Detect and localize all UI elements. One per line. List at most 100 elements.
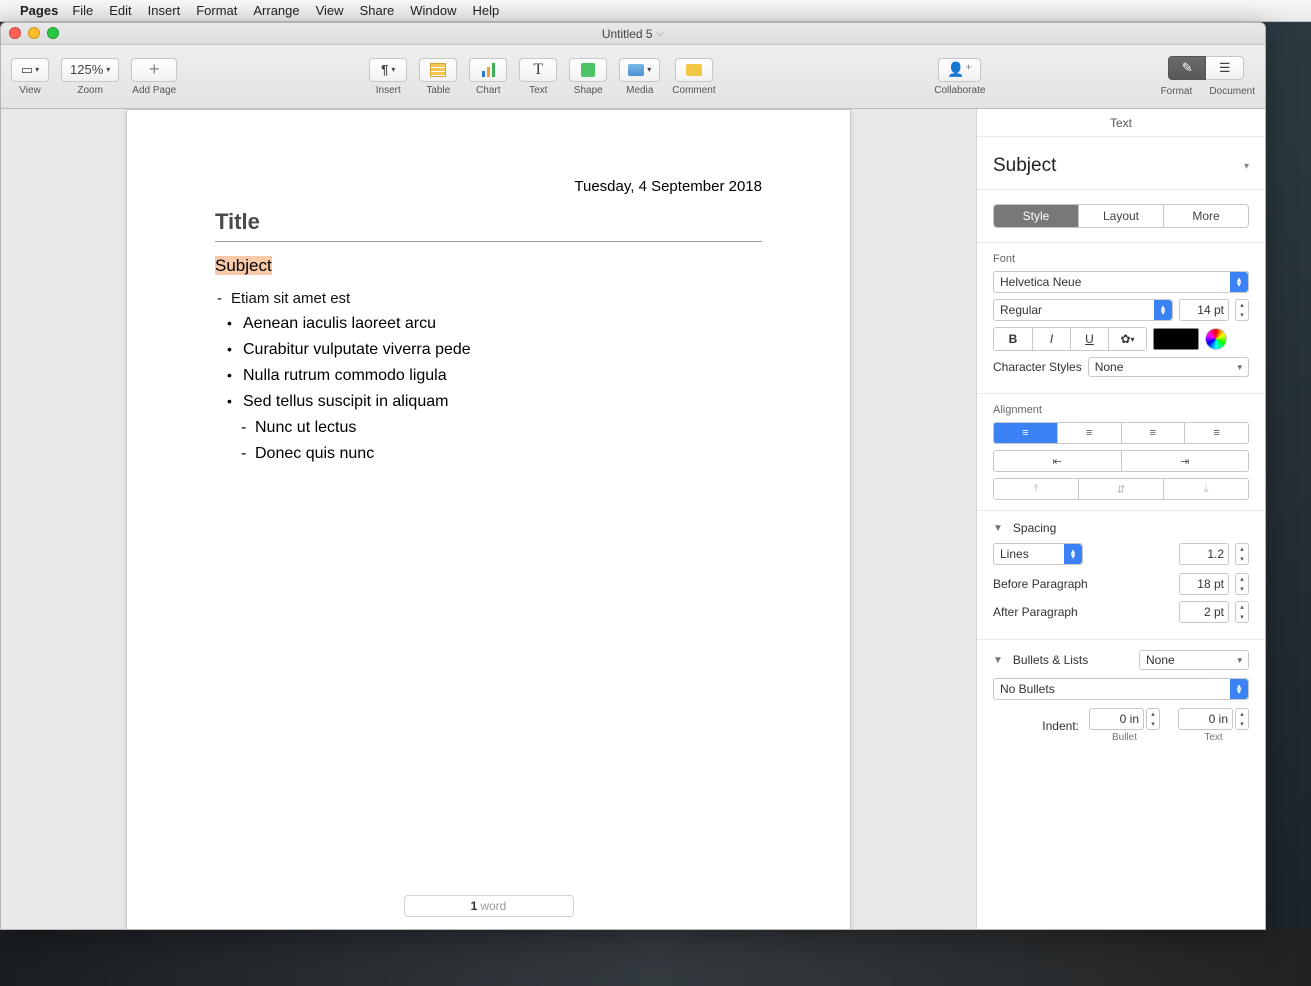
font-weight-select[interactable]: Regular ▴▾	[993, 299, 1173, 321]
minimize-window-button[interactable]	[28, 27, 40, 39]
inspector-tab-text[interactable]: Text	[977, 109, 1265, 137]
outdent-button[interactable]: ⇤	[994, 451, 1121, 471]
page-title[interactable]: Title	[215, 209, 762, 235]
list-item[interactable]: Aenean iaculis laoreet arcu	[215, 315, 762, 333]
align-center-button[interactable]: ≡	[1057, 423, 1121, 443]
valign-middle-button[interactable]: ⇵	[1078, 479, 1163, 499]
text-indent-stepper[interactable]: ▴▾	[1235, 708, 1249, 730]
font-family-select[interactable]: Helvetica Neue ▴▾	[993, 271, 1249, 293]
text-indent-input[interactable]: 0 in	[1178, 708, 1233, 730]
bold-button[interactable]: B	[994, 328, 1032, 350]
insert-label: Insert	[376, 85, 401, 96]
chart-button[interactable]	[469, 58, 507, 82]
title-rule	[215, 241, 762, 242]
list-item[interactable]: Curabitur vulputate viverra pede	[215, 341, 762, 359]
after-paragraph-input[interactable]: 2 pt	[1179, 601, 1229, 623]
spacing-stepper[interactable]: ▴▾	[1235, 543, 1249, 565]
text-label: Text	[529, 85, 547, 96]
seg-style[interactable]: Style	[994, 205, 1078, 227]
advanced-font-button[interactable]: ✿▾	[1108, 328, 1146, 350]
window-titlebar[interactable]: Untitled 5 ⌵	[1, 23, 1265, 45]
zoom-value: 125%	[70, 62, 103, 77]
insert-button[interactable]: ¶ ▾	[369, 58, 407, 82]
valign-bottom-button[interactable]: ⤓	[1163, 479, 1248, 499]
text-indent-sublabel: Text	[1204, 732, 1222, 743]
menu-format[interactable]: Format	[196, 3, 237, 18]
collaborate-button[interactable]: 👤⁺	[938, 58, 981, 82]
chevron-down-icon: ▾	[1237, 362, 1242, 373]
fullscreen-window-button[interactable]	[47, 27, 59, 39]
italic-button[interactable]: I	[1032, 328, 1070, 350]
format-inspector: Text Subject ▾ Style Layout More Font He…	[976, 109, 1265, 929]
bullets-preset-select[interactable]: None ▾	[1139, 650, 1249, 670]
list-item[interactable]: Nunc ut lectus	[215, 419, 762, 437]
menu-share[interactable]: Share	[360, 3, 395, 18]
after-stepper[interactable]: ▴▾	[1235, 601, 1249, 623]
color-wheel-button[interactable]	[1205, 328, 1227, 350]
valign-top-button[interactable]: ⤒	[994, 479, 1078, 499]
desktop-background	[0, 930, 1311, 986]
menu-file[interactable]: File	[72, 3, 93, 18]
disclosure-triangle-icon[interactable]: ▼	[993, 523, 1003, 534]
menu-help[interactable]: Help	[473, 3, 500, 18]
bullet-indent-stepper[interactable]: ▴▾	[1146, 708, 1160, 730]
document-page[interactable]: Tuesday, 4 September 2018 Title Subject …	[126, 109, 851, 929]
before-paragraph-input[interactable]: 18 pt	[1179, 573, 1229, 595]
spacing-value-input[interactable]: 1.2	[1179, 543, 1229, 565]
bullet-indent-sublabel: Bullet	[1112, 732, 1137, 743]
page-count-bar[interactable]: 1 word	[404, 895, 574, 917]
table-label: Table	[426, 85, 450, 96]
bullets-type-select[interactable]: No Bullets ▴▾	[993, 678, 1249, 700]
document-icon: ☰	[1219, 60, 1231, 76]
menu-view[interactable]: View	[316, 3, 344, 18]
menu-window[interactable]: Window	[410, 3, 456, 18]
page-word-label: word	[480, 899, 506, 913]
subject-heading[interactable]: Subject	[215, 256, 272, 275]
before-stepper[interactable]: ▴▾	[1235, 573, 1249, 595]
close-window-button[interactable]	[9, 27, 21, 39]
shape-button[interactable]	[569, 58, 607, 82]
view-button[interactable]: ▭ ▾	[11, 58, 49, 82]
bullet-indent-input[interactable]: 0 in	[1089, 708, 1144, 730]
menu-arrange[interactable]: Arrange	[253, 3, 299, 18]
app-name[interactable]: Pages	[20, 3, 58, 18]
paragraph-style-name[interactable]: Subject	[993, 155, 1056, 177]
list-item[interactable]: Sed tellus suscipit in aliquam	[215, 393, 762, 411]
spacing-mode-select[interactable]: Lines ▴▾	[993, 543, 1083, 565]
document-canvas[interactable]: Tuesday, 4 September 2018 Title Subject …	[1, 109, 976, 929]
window-title[interactable]: Untitled 5 ⌵	[602, 27, 664, 41]
zoom-select[interactable]: 125%▾	[61, 58, 119, 82]
align-left-button[interactable]: ≡	[994, 423, 1057, 443]
list-item[interactable]: Nulla rutrum commodo ligula	[215, 367, 762, 385]
underline-button[interactable]: U	[1070, 328, 1108, 350]
media-label: Media	[626, 85, 653, 96]
add-page-button[interactable]: +	[131, 58, 177, 82]
media-button[interactable]: ▾	[619, 58, 660, 82]
format-panel-button[interactable]: ✎	[1168, 56, 1206, 80]
disclosure-triangle-icon[interactable]: ▼	[993, 655, 1003, 666]
after-paragraph-label: After Paragraph	[993, 605, 1173, 619]
menu-edit[interactable]: Edit	[109, 3, 131, 18]
text-button[interactable]: T	[519, 58, 557, 82]
table-button[interactable]	[419, 58, 457, 82]
font-size-stepper[interactable]: ▴▾	[1235, 299, 1249, 321]
menu-insert[interactable]: Insert	[148, 3, 181, 18]
character-styles-select[interactable]: None ▾	[1088, 357, 1249, 377]
document-panel-button[interactable]: ☰	[1206, 56, 1244, 80]
style-chevron-icon[interactable]: ▾	[1244, 161, 1249, 172]
zoom-label: Zoom	[77, 85, 103, 96]
align-right-button[interactable]: ≡	[1121, 423, 1185, 443]
list-item[interactable]: Donec quis nunc	[215, 445, 762, 463]
list-item[interactable]: Etiam sit amet est	[215, 290, 762, 307]
date-field[interactable]: Tuesday, 4 September 2018	[215, 178, 762, 195]
font-size-input[interactable]: 14 pt	[1179, 299, 1229, 321]
indent-button[interactable]: ⇥	[1121, 451, 1249, 471]
seg-layout[interactable]: Layout	[1078, 205, 1163, 227]
comment-button[interactable]	[675, 58, 713, 82]
align-justify-button[interactable]: ≡	[1184, 423, 1248, 443]
view-label: View	[19, 85, 41, 96]
text-color-swatch[interactable]	[1153, 328, 1199, 350]
format-label: Format	[1157, 86, 1195, 97]
chart-icon	[482, 63, 495, 77]
seg-more[interactable]: More	[1163, 205, 1248, 227]
